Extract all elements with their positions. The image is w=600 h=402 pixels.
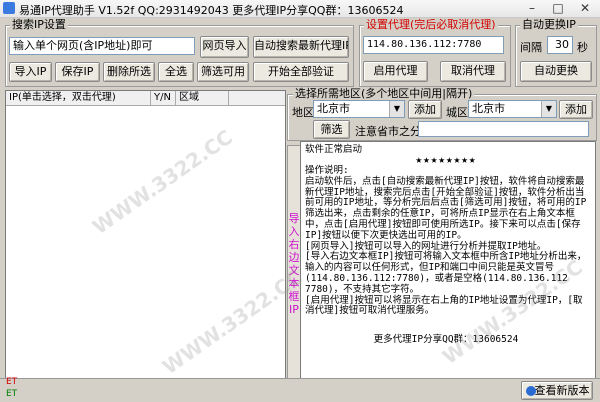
chevron-down-icon: ▼ [389,101,404,117]
ip-list-header: IP(单击选择，双击代理) Y/N 区域 [6,91,285,106]
status-et-1: ET [6,377,18,387]
col-ip-header[interactable]: IP(单击选择，双击代理) [9,91,116,105]
area1-select[interactable]: 北京市 ▼ [313,100,405,118]
proxy-ip-field[interactable]: 114.80.136.112:7780 [363,36,504,54]
check-update-button[interactable]: 查看新版本 [521,381,593,400]
col-divider [150,91,151,105]
status-et-2: ET [6,389,18,399]
cancel-proxy-button[interactable]: 取消代理 [440,61,506,82]
interval-input[interactable]: 30 [547,36,573,54]
proxy-settings-label: 设置代理(完后必取消代理) [364,18,498,31]
region-note: 注意省市之分 [355,125,421,138]
seconds-unit: 秒 [577,41,588,54]
col-yn-header[interactable]: Y/N [154,91,171,105]
import-ip-button[interactable]: 导入IP [9,62,52,82]
log-footer: 更多代理IP分享QQ群：13606524 [373,334,519,345]
check-update-label: 查看新版本 [534,384,590,397]
import-page-button[interactable]: 网页导入 [200,36,249,58]
start-verify-button[interactable]: 开始全部验证 [253,62,349,82]
area1-label: 地区 [292,106,314,119]
log-body: 操作说明: 启动软件后，点击[自动搜索最新代理IP]按钮，软件将自动搜索最新代理… [305,165,587,317]
chevron-down-icon: ▼ [541,101,556,117]
app-icon [3,2,15,14]
area2-label: 城区 [446,106,468,119]
import-textbox-ip-tab[interactable]: 导入右边文本框IP [287,145,301,381]
region-input[interactable] [418,121,589,137]
url-input[interactable]: 输入单个网页(含IP地址)即可 [9,37,195,55]
area2-select[interactable]: 北京市 ▼ [468,100,557,118]
window-title: 易通IP代理助手 V1.52f QQ:2931492043 更多代理IP分享QQ… [19,4,404,17]
minimize-button[interactable]: – [518,0,546,17]
add-area2-button[interactable]: 添加 [559,100,593,119]
search-settings-label: 搜索IP设置 [10,18,68,31]
enable-proxy-button[interactable]: 启用代理 [363,61,428,82]
area2-value: 北京市 [472,102,505,115]
ip-list[interactable]: IP(单击选择，双击代理) Y/N 区域 [5,90,286,380]
interval-label: 间隔 [520,41,542,54]
title-bar: 易通IP代理助手 V1.52f QQ:2931492043 更多代理IP分享QQ… [0,0,600,18]
select-all-button[interactable]: 全选 [158,62,194,82]
import-textbox-ip-label: 导入右边文本框IP [288,212,300,316]
status-bar: ET ET 查看新版本 [0,377,600,402]
col-divider [228,91,229,105]
add-area1-button[interactable]: 添加 [408,100,442,119]
app-window: 易通IP代理助手 V1.52f QQ:2931492043 更多代理IP分享QQ… [0,0,600,402]
col-region-header[interactable]: 区域 [179,91,199,105]
save-ip-button[interactable]: 保存IP [55,62,100,82]
auto-change-button[interactable]: 自动更换 [520,61,592,82]
auto-search-button[interactable]: 自动搜索最新代理IP [253,36,349,58]
maximize-button[interactable]: □ [544,0,572,17]
region-group-label: 选择所需地区(多个地区中间用|隔开) [293,87,475,100]
delete-selected-button[interactable]: 删除所选 [103,62,155,82]
area1-value: 北京市 [317,102,350,115]
globe-icon [526,386,536,396]
col-divider [175,91,176,105]
close-button[interactable]: ✕ [570,0,600,17]
filter-usable-button[interactable]: 筛选可用 [197,62,249,82]
filter-region-button[interactable]: 筛选 [313,120,350,139]
auto-change-label: 自动更换IP [520,18,578,31]
log-textbox[interactable]: 软件正常启动 ★★★★★★★★ 操作说明: 启动软件后，点击[自动搜索最新代理I… [300,141,596,380]
